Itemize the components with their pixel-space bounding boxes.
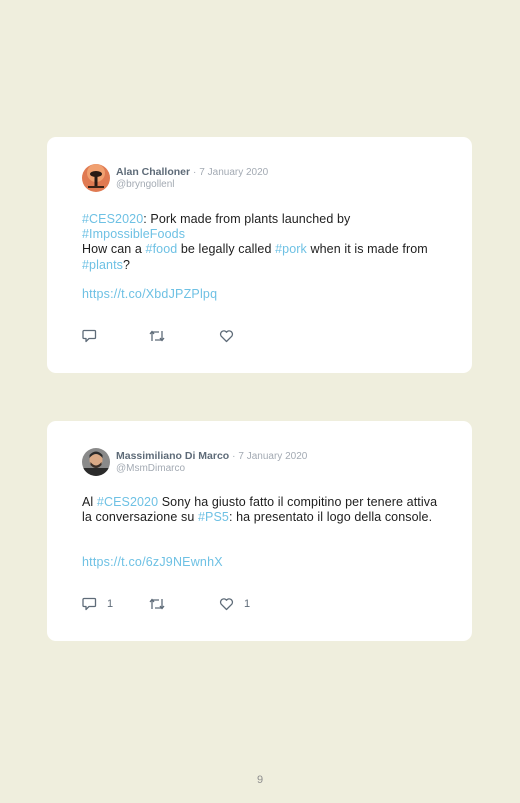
tweet-text-segment: Al	[82, 495, 97, 509]
heart-icon	[219, 598, 234, 611]
avatar-image	[82, 448, 110, 476]
meta-separator: ·	[232, 450, 236, 462]
retweet-button[interactable]	[149, 597, 165, 611]
tweet-card-2: Massimiliano Di Marco · 7 January 2020 @…	[47, 421, 472, 641]
reply-count: 1	[107, 598, 114, 610]
meta-separator: ·	[193, 166, 197, 178]
reply-button[interactable]	[82, 329, 107, 343]
author-name[interactable]: Alan Challoner	[116, 166, 190, 178]
tweet-header: Alan Challoner · 7 January 2020 @bryngol…	[82, 164, 268, 192]
like-button[interactable]	[219, 329, 244, 343]
page-number: 9	[256, 774, 264, 786]
avatar[interactable]	[82, 164, 110, 192]
heart-icon	[219, 330, 234, 343]
avatar-image	[82, 164, 110, 192]
hashtag-link[interactable]: #CES2020	[97, 495, 158, 509]
tweet-text-segment: : Pork made from plants launched by	[143, 212, 351, 226]
tweet-header: Massimiliano Di Marco · 7 January 2020 @…	[82, 448, 307, 476]
tweet-text-segment: ?	[123, 257, 131, 272]
tweet-text: #CES2020: Pork made from plants launched…	[82, 212, 442, 273]
tweet-link[interactable]: https://t.co/6zJ9NEwnhX	[82, 555, 223, 569]
author-name[interactable]: Massimiliano Di Marco	[116, 450, 229, 462]
tweet-text-segment: when it is made from	[306, 242, 428, 257]
hashtag-link[interactable]: #pork	[275, 242, 307, 256]
hashtag-link[interactable]: #plants	[82, 258, 123, 272]
author-handle[interactable]: @bryngollenl	[116, 179, 268, 191]
like-button[interactable]: 1	[219, 597, 250, 611]
author-handle[interactable]: @MsmDimarco	[116, 463, 307, 475]
avatar[interactable]	[82, 448, 110, 476]
hashtag-link[interactable]: #food	[146, 242, 178, 256]
reply-icon	[82, 329, 97, 343]
like-count: 1	[244, 598, 251, 610]
reply-icon	[82, 597, 97, 611]
tweet-card-1: Alan Challoner · 7 January 2020 @bryngol…	[47, 137, 472, 373]
tweet-date[interactable]: 7 January 2020	[238, 451, 307, 462]
tweet-date[interactable]: 7 January 2020	[199, 167, 268, 178]
tweet-link[interactable]: https://t.co/XbdJPZPlpq	[82, 287, 217, 301]
tweet-text-segment: How can a	[82, 242, 146, 257]
hashtag-link[interactable]: #PS5	[198, 510, 229, 524]
tweet-text-segment: be legally called	[177, 242, 276, 257]
hashtag-link[interactable]: #CES2020	[82, 212, 143, 226]
tweet-text-segment: : ha presentato il logo della console.	[228, 510, 433, 525]
tweet-text: Al #CES2020 Sony ha giusto fatto il comp…	[82, 495, 442, 525]
reply-button[interactable]: 1	[82, 597, 113, 611]
retweet-button[interactable]	[149, 329, 165, 343]
hashtag-link[interactable]: #ImpossibleFoods	[82, 227, 185, 241]
retweet-icon	[149, 598, 165, 610]
retweet-icon	[149, 330, 165, 342]
